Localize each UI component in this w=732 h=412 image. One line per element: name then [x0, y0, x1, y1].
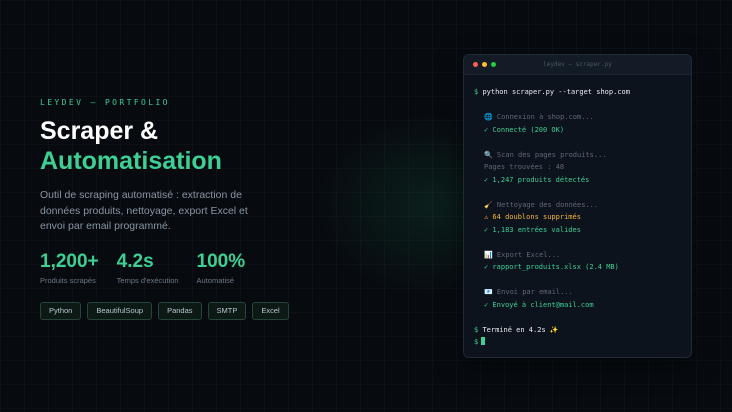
portfolio-kicker: LEYDEV — PORTFOLIO — [40, 98, 170, 107]
stat-value: 1,200+ — [40, 250, 99, 272]
stat-label: Automatisé — [196, 275, 235, 285]
output-detected: ✓ 1,247 produits détectés — [484, 175, 590, 184]
cursor-icon — [481, 337, 486, 345]
finished-line: $ Terminé en 4.2s ✨ — [474, 324, 681, 337]
output-clean: 🧹 Nettoyage des données... — [484, 200, 599, 209]
output-sent: ✓ Envoyé à client@mail.com — [484, 300, 594, 309]
input-line[interactable]: $ — [474, 336, 681, 349]
output-scan: 🔍 Scan des pages produits... — [484, 150, 607, 159]
terminal-titlebar: leydev — scraper.py — [464, 55, 691, 75]
output-file: ✓ rapport_produits.xlsx (2.4 MB) — [484, 263, 619, 271]
hero-title-line2: Automatisation — [40, 147, 222, 175]
stat-exec-time: 4.2s Temps d'exécution — [117, 251, 179, 285]
tag-python: Python — [40, 301, 82, 320]
tag-beautifulsoup: BeautifulSoup — [87, 301, 153, 320]
stat-products: 1,200+ Produits scrapés — [40, 251, 99, 285]
terminal-window: leydev — scraper.py $ python scraper.py … — [463, 54, 692, 358]
tag-excel: Excel — [252, 301, 289, 320]
hero-description: Outil de scraping automatisé : extractio… — [40, 189, 248, 232]
tag-smtp: SMTP — [207, 301, 247, 320]
output-export: 📊 Export Excel... — [484, 250, 561, 259]
command-text: python scraper.py --target shop.com — [482, 88, 630, 96]
stat-label: Produits scrapés — [40, 275, 96, 285]
finished-text: Terminé en 4.2s ✨ — [482, 325, 559, 334]
hero-section: LEYDEV — PORTFOLIO Scraper & Automatisat… — [40, 98, 340, 320]
stat-automated: 100% Automatisé — [197, 251, 246, 285]
output-pages: Pages trouvées : 48 — [484, 163, 565, 171]
output-email: 📧 Envoi par email... — [484, 288, 573, 296]
hero-title-line1: Scraper & — [40, 117, 159, 145]
tag-pandas: Pandas — [158, 301, 202, 320]
prompt-symbol: $ — [474, 88, 479, 96]
command-line: $ python scraper.py --target shop.com — [474, 86, 681, 99]
stat-label: Temps d'exécution — [116, 275, 179, 285]
stats-row: 1,200+ Produits scrapés 4.2s Temps d'exé… — [40, 251, 340, 285]
terminal-output: $ python scraper.py --target shop.com 🌐 … — [464, 75, 691, 349]
tech-tags: Python BeautifulSoup Pandas SMTP Excel — [40, 301, 340, 320]
output-valid: ✓ 1,183 entrées valides — [484, 225, 581, 234]
stat-value: 100% — [196, 250, 246, 272]
stat-value: 4.2s — [116, 250, 154, 272]
prompt-symbol: $ — [474, 338, 479, 346]
output-duplicates: ⚠ 64 doublons supprimés — [484, 213, 581, 221]
output-connected: ✓ Connecté (200 OK) — [484, 125, 565, 134]
output-connect: 🌐 Connexion à shop.com... — [484, 113, 594, 121]
prompt-symbol: $ — [474, 325, 479, 334]
terminal-title: leydev — scraper.py — [543, 61, 612, 68]
